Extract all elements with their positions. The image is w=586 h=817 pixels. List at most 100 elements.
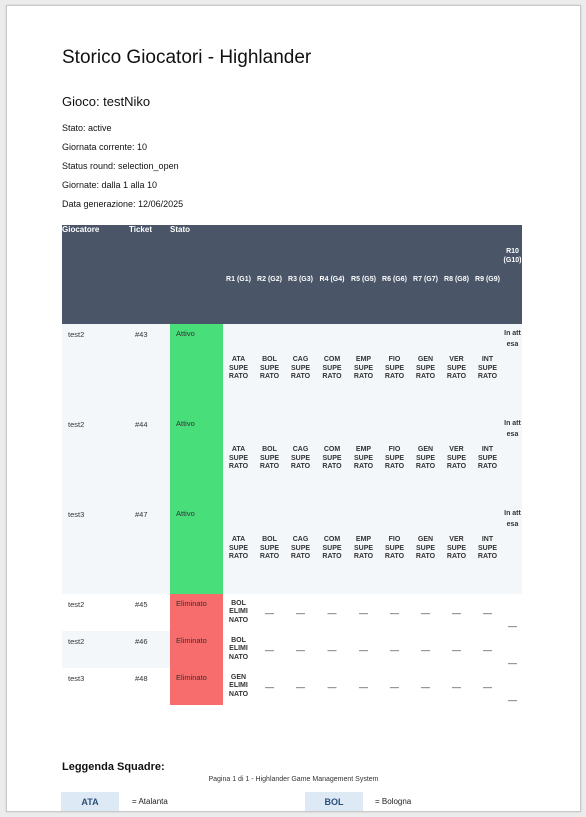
round-cell: BOL SUPE RATO <box>254 414 285 504</box>
round-cell: — <box>472 668 503 705</box>
header-round: R1 (G1) <box>223 225 254 324</box>
round-cell: — <box>316 594 348 631</box>
round-r10-cell: — <box>503 631 522 668</box>
report-page: Storico Giocatori - Highlander Gioco: te… <box>6 5 581 812</box>
round-cell: — <box>254 631 285 668</box>
round-r10-cell: In attesa <box>503 504 522 594</box>
header-round-r10: R10 (G10) <box>503 225 522 324</box>
info-stato: Stato: active <box>62 123 112 133</box>
legend-title: Leggenda Squadre: <box>62 761 165 773</box>
ticket-number: #43 <box>129 324 170 414</box>
round-cell: — <box>285 594 316 631</box>
round-cell: FIO SUPE RATO <box>379 414 410 504</box>
round-cell: ATA SUPE RATO <box>223 414 254 504</box>
round-cell: — <box>472 631 503 668</box>
header-round: R2 (G2) <box>254 225 285 324</box>
round-cell: VER SUPE RATO <box>441 324 472 414</box>
round-cell: — <box>316 631 348 668</box>
round-cell: VER SUPE RATO <box>441 504 472 594</box>
round-cell: — <box>316 668 348 705</box>
round-cell: — <box>348 631 379 668</box>
page-footer: Pagina 1 di 1 - Highlander Game Manageme… <box>208 776 379 783</box>
round-cell: — <box>379 631 410 668</box>
legend-name-ata: = Atalanta <box>132 797 168 806</box>
round-cell: COM SUPE RATO <box>316 414 348 504</box>
ticket-number: #48 <box>129 668 170 705</box>
round-cell: CAG SUPE RATO <box>285 414 316 504</box>
round-cell: — <box>285 668 316 705</box>
player-name: test2 <box>62 414 129 504</box>
ticket-number: #47 <box>129 504 170 594</box>
round-cell: COM SUPE RATO <box>316 324 348 414</box>
info-data-generazione: Data generazione: 12/06/2025 <box>62 199 184 209</box>
info-giornata-corrente: Giornata corrente: 10 <box>62 142 148 152</box>
header-round: R3 (G3) <box>285 225 316 324</box>
header-round: R6 (G6) <box>379 225 410 324</box>
table-row: test2 #43 Attivo ATA SUPE RATO BOL SUPE … <box>62 324 522 414</box>
round-cell: GEN SUPE RATO <box>410 504 441 594</box>
round-cell: INT SUPE RATO <box>472 324 503 414</box>
header-ticket: Ticket <box>129 225 170 324</box>
round-cell: — <box>254 668 285 705</box>
table-row: test3 #48 Eliminato GEN ELIMI NATO — — —… <box>62 668 522 705</box>
table-row: test2 #46 Eliminato BOL ELIMI NATO — — —… <box>62 631 522 668</box>
legend-code-bol: BOL <box>305 792 363 811</box>
ticket-number: #45 <box>129 594 170 631</box>
ticket-number: #44 <box>129 414 170 504</box>
header-player: Giocatore <box>62 225 129 324</box>
round-cell: — <box>410 594 441 631</box>
round-cell: — <box>379 668 410 705</box>
legend-name-bol: = Bologna <box>375 797 412 806</box>
history-table: Giocatore Ticket Stato R1 (G1) R2 (G2) R… <box>62 225 522 705</box>
round-cell: ATA SUPE RATO <box>223 504 254 594</box>
round-cell: FIO SUPE RATO <box>379 504 410 594</box>
round-cell: EMP SUPE RATO <box>348 324 379 414</box>
round-cell: CAG SUPE RATO <box>285 324 316 414</box>
player-name: test3 <box>62 504 129 594</box>
header-round: R4 (G4) <box>316 225 348 324</box>
header-round: R5 (G5) <box>348 225 379 324</box>
header-round: R8 (G8) <box>441 225 472 324</box>
table-row: test3 #47 Attivo ATA SUPE RATO BOL SUPE … <box>62 504 522 594</box>
round-cell: EMP SUPE RATO <box>348 414 379 504</box>
round-r10-cell: — <box>503 594 522 631</box>
player-name: test3 <box>62 668 129 705</box>
status-badge: Attivo <box>170 324 223 414</box>
round-r10-cell: — <box>503 668 522 705</box>
status-badge: Attivo <box>170 504 223 594</box>
player-name: test2 <box>62 324 129 414</box>
round-cell: — <box>441 631 472 668</box>
status-badge: Attivo <box>170 414 223 504</box>
round-cell: FIO SUPE RATO <box>379 324 410 414</box>
round-cell: VER SUPE RATO <box>441 414 472 504</box>
round-r10-cell: In attesa <box>503 414 522 504</box>
round-cell: — <box>472 594 503 631</box>
round-cell: — <box>348 668 379 705</box>
round-cell: BOL ELIMI NATO <box>223 631 254 668</box>
round-cell: — <box>410 668 441 705</box>
round-cell: EMP SUPE RATO <box>348 504 379 594</box>
legend-code-ata: ATA <box>61 792 119 811</box>
round-cell: COM SUPE RATO <box>316 504 348 594</box>
round-cell: — <box>441 594 472 631</box>
header-round: R7 (G7) <box>410 225 441 324</box>
round-cell: GEN ELIMI NATO <box>223 668 254 705</box>
player-name: test2 <box>62 631 129 668</box>
table-row: test2 #44 Attivo ATA SUPE RATO BOL SUPE … <box>62 414 522 504</box>
round-cell: BOL SUPE RATO <box>254 324 285 414</box>
ticket-number: #46 <box>129 631 170 668</box>
round-cell: — <box>379 594 410 631</box>
round-cell: — <box>254 594 285 631</box>
game-name: Gioco: testNiko <box>62 94 151 109</box>
player-name: test2 <box>62 594 129 631</box>
header-round: R9 (G9) <box>472 225 503 324</box>
round-cell: INT SUPE RATO <box>472 504 503 594</box>
round-cell: INT SUPE RATO <box>472 414 503 504</box>
round-cell: ATA SUPE RATO <box>223 324 254 414</box>
info-giornate: Giornate: dalla 1 alla 10 <box>62 180 158 190</box>
round-cell: CAG SUPE RATO <box>285 504 316 594</box>
round-cell: BOL ELIMI NATO <box>223 594 254 631</box>
header-status: Stato <box>170 225 223 324</box>
round-cell: — <box>410 631 441 668</box>
round-cell: — <box>285 631 316 668</box>
